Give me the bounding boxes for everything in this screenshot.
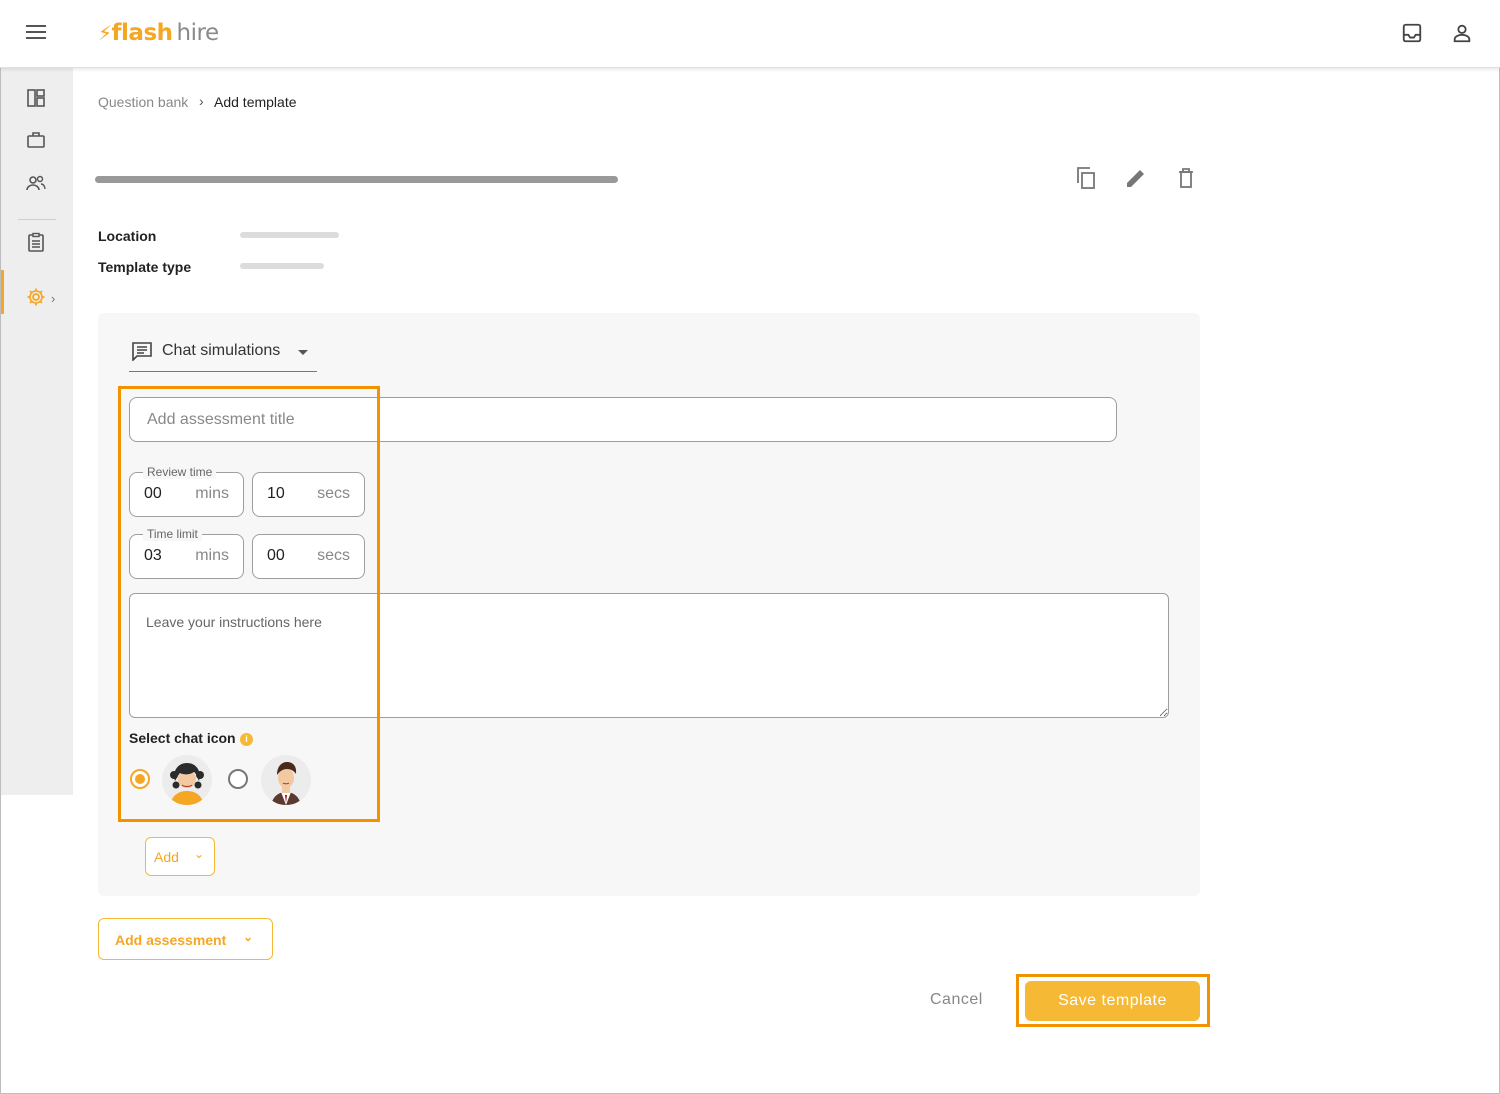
breadcrumb-current: Add template [214, 94, 297, 110]
chevron-down-icon: ⌄ [194, 847, 205, 861]
location-value-placeholder [240, 232, 339, 238]
review-time-mins-value: 00 [144, 485, 162, 502]
copy-icon[interactable] [1074, 166, 1098, 190]
logo-hire-text: hire [176, 20, 220, 46]
assessment-title-input[interactable] [129, 397, 1117, 442]
mins-unit: mins [195, 547, 229, 564]
review-time-secs-value: 10 [267, 485, 285, 502]
menu-icon[interactable] [26, 25, 46, 41]
add-assessment-button[interactable]: Add assessment ⌄ [98, 918, 273, 960]
flashhire-logo[interactable]: ⚡flash hire [98, 20, 219, 46]
save-template-button[interactable]: Save template [1025, 981, 1200, 1021]
assessment-type-label: Chat simulations [162, 342, 281, 359]
top-header: ⚡flash hire [0, 0, 1500, 68]
add-button[interactable]: Add ⌄ [145, 837, 215, 876]
delete-icon[interactable] [1174, 166, 1198, 190]
logo-flash-text: flash [111, 20, 173, 46]
chat-icon-radio-male[interactable] [228, 769, 248, 789]
time-limit-label: Time limit [143, 527, 202, 541]
sidebar: › [1, 68, 73, 795]
template-type-label: Template type [98, 259, 192, 275]
mins-unit: mins [195, 485, 229, 502]
chat-icon-radio-female[interactable] [130, 769, 150, 789]
sidebar-active-indicator [1, 270, 4, 314]
sidebar-expand-chevron-icon[interactable]: › [51, 291, 55, 306]
clipboard-icon[interactable] [26, 232, 46, 252]
female-agent-avatar-icon[interactable] [162, 755, 212, 805]
review-time-secs-field[interactable]: 10 secs [252, 472, 365, 517]
inbox-icon[interactable] [1401, 22, 1423, 44]
template-type-value-placeholder [240, 263, 324, 269]
secs-unit: secs [317, 485, 350, 502]
briefcase-icon[interactable] [26, 130, 46, 150]
account-icon[interactable] [1451, 22, 1473, 44]
time-limit-secs-field[interactable]: 00 secs [252, 534, 365, 579]
template-title-placeholder [95, 176, 618, 183]
sidebar-divider [18, 219, 56, 220]
edit-icon[interactable] [1124, 166, 1148, 190]
chevron-down-icon: ⌄ [243, 930, 254, 944]
settings-icon[interactable] [26, 287, 46, 307]
location-label: Location [98, 228, 157, 244]
breadcrumb-question-bank[interactable]: Question bank [98, 94, 188, 110]
time-limit-mins-value: 03 [144, 547, 162, 564]
male-agent-avatar-icon[interactable] [261, 755, 311, 805]
chat-icon [132, 342, 152, 361]
assessment-type-dropdown[interactable]: Chat simulations [129, 336, 317, 372]
time-limit-secs-value: 00 [267, 547, 285, 564]
instructions-textarea[interactable] [129, 593, 1169, 718]
people-icon[interactable] [26, 173, 46, 193]
dashboard-icon[interactable] [26, 88, 46, 108]
info-icon[interactable]: i [240, 733, 253, 746]
bolt-icon: ⚡ [98, 21, 112, 45]
caret-down-icon [298, 350, 308, 355]
secs-unit: secs [317, 547, 350, 564]
breadcrumb-separator-icon: › [199, 93, 204, 109]
cancel-button[interactable]: Cancel [930, 991, 983, 1009]
add-assessment-label: Add assessment [115, 932, 227, 948]
review-time-label: Review time [143, 465, 217, 479]
add-button-label: Add [154, 849, 179, 865]
select-chat-icon-label: Select chat icon [129, 730, 236, 746]
